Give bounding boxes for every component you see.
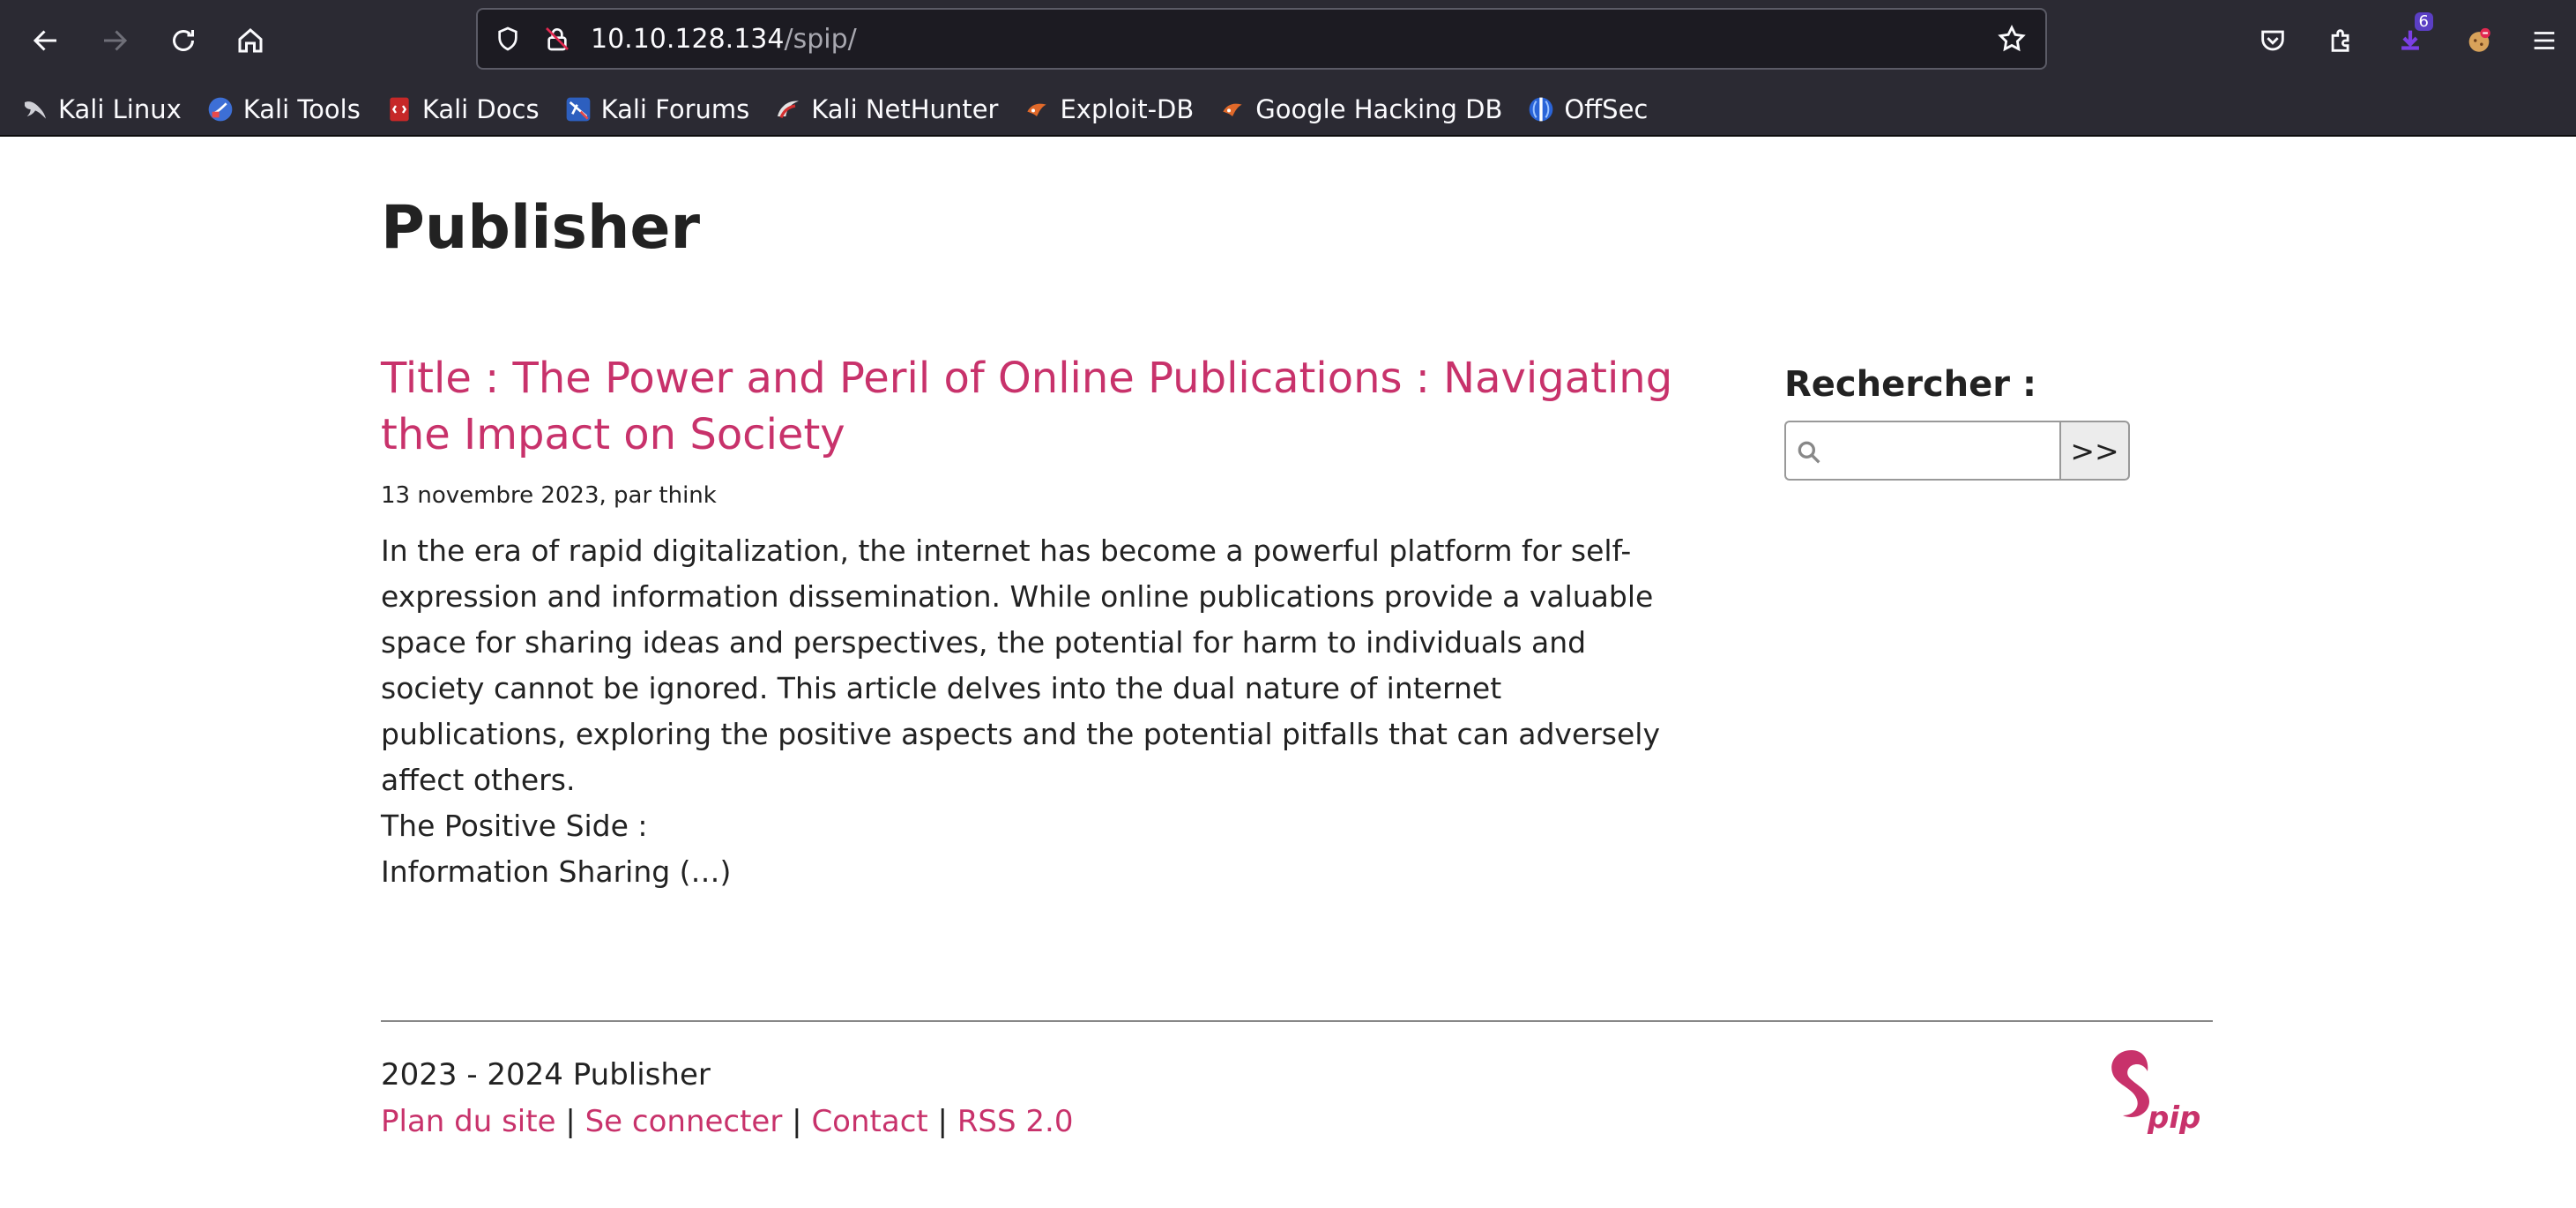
bookmarks-toolbar: Kali Linux Kali Tools Kali Docs Kali For… (0, 85, 2576, 134)
nethunter-icon (778, 101, 800, 119)
article-subheading: The Positive Side : (381, 809, 648, 843)
bookmark-label: Kali Tools (242, 94, 361, 124)
svg-text:pip: pip (2147, 1100, 2200, 1135)
offsec-icon (1530, 97, 1553, 122)
bookmark-kali-linux[interactable]: Kali Linux (21, 94, 182, 124)
home-icon (238, 28, 263, 53)
search-icon (1798, 441, 1820, 464)
reload-icon (173, 30, 194, 51)
footer-separator: | (565, 1104, 576, 1139)
article-title-link[interactable]: Title : The Power and Peril of Online Pu… (381, 350, 1686, 463)
search-form: Rechercher : >> (1784, 364, 2130, 481)
url-bar[interactable]: 10.10.128.134/spip/ (476, 8, 2047, 70)
kali-forums-icon (566, 97, 590, 122)
menu-button[interactable] (2520, 16, 2569, 65)
bookmark-label: Kali Forums (600, 94, 750, 124)
arrow-left-icon (33, 30, 56, 51)
arrow-right-icon (104, 30, 128, 51)
home-button[interactable] (226, 16, 275, 65)
spip-logo[interactable]: pip (2098, 1047, 2204, 1135)
bookmark-kali-docs[interactable]: Kali Docs (385, 94, 540, 124)
forward-button[interactable] (90, 16, 139, 65)
extensions-button[interactable] (2317, 16, 2366, 65)
footer-link-rss[interactable]: RSS 2.0 (957, 1104, 1074, 1139)
extension-download-button[interactable]: 6 (2386, 12, 2435, 65)
article-intro: In the era of rapid digitalization, the … (381, 533, 1661, 797)
url-path: /spip/ (784, 23, 857, 55)
footer-separator: | (792, 1104, 802, 1139)
url-host: 10.10.128.134 (591, 23, 785, 55)
insecure-lock-icon[interactable] (540, 21, 575, 56)
url-text[interactable]: 10.10.128.134/spip/ (591, 24, 857, 55)
bookmark-label: Exploit-DB (1060, 94, 1195, 124)
footer-links: Plan du site | Se connecter | Contact | … (381, 1104, 1073, 1139)
kali-tools-icon (208, 97, 233, 122)
bookmark-offsec[interactable]: OffSec (1527, 94, 1648, 124)
bookmark-star-icon[interactable] (1994, 21, 2029, 56)
exploit-db-icon (1027, 103, 1047, 116)
article-excerpt-end[interactable]: Information Sharing (…) (381, 849, 1686, 895)
article-meta: 13 novembre 2023, par think (381, 482, 717, 509)
web-page: Publisher Title : The Power and Peril of… (0, 138, 2576, 1208)
shield-icon[interactable] (490, 21, 525, 56)
footer-link-contact[interactable]: Contact (811, 1104, 927, 1139)
browser-chrome: 10.10.128.134/spip/ 6 Kali Linux Kali To… (0, 0, 2576, 137)
footer-link-plan-du-site[interactable]: Plan du site (381, 1104, 556, 1139)
bookmark-label: Kali NetHunter (811, 94, 999, 124)
footer-divider (381, 1020, 2213, 1022)
footer-separator: | (937, 1104, 948, 1139)
bookmark-kali-forums[interactable]: Kali Forums (564, 94, 750, 124)
search-label: Rechercher : (1784, 364, 2036, 405)
pocket-button[interactable] (2248, 16, 2297, 65)
bookmark-label: Google Hacking DB (1255, 94, 1503, 124)
cookie-extension-icon (2468, 27, 2490, 52)
hamburger-menu-icon (2534, 32, 2555, 49)
extension-cookie-button[interactable] (2454, 16, 2504, 65)
search-submit-button[interactable]: >> (2059, 421, 2130, 481)
article-summary: Title : The Power and Peril of Online Pu… (381, 350, 1686, 895)
site-title[interactable]: Publisher (381, 193, 700, 263)
bookmark-kali-tools[interactable]: Kali Tools (206, 94, 361, 124)
bookmark-google-hacking-db[interactable]: Google Hacking DB (1218, 94, 1502, 124)
bookmark-exploit-db[interactable]: Exploit-DB (1023, 94, 1194, 124)
bookmark-label: OffSec (1564, 94, 1649, 124)
bookmark-kali-nethunter[interactable]: Kali NetHunter (774, 94, 998, 124)
footer-link-se-connecter[interactable]: Se connecter (585, 1104, 783, 1139)
kali-docs-icon (390, 97, 409, 122)
article-body: In the era of rapid digitalization, the … (381, 528, 1686, 895)
extension-badge: 6 (2414, 12, 2433, 31)
search-row: >> (1784, 421, 2130, 481)
bookmark-label: Kali Docs (421, 94, 540, 124)
kali-dragon-icon (25, 101, 46, 119)
puzzle-icon (2331, 29, 2349, 52)
bookmark-label: Kali Linux (58, 94, 182, 124)
pocket-icon (2261, 30, 2284, 51)
search-input[interactable] (1784, 421, 2059, 481)
reload-button[interactable] (159, 16, 208, 65)
ghdb-icon (1223, 103, 1242, 116)
footer-copyright: 2023 - 2024 Publisher (381, 1057, 711, 1092)
back-button[interactable] (21, 16, 71, 65)
